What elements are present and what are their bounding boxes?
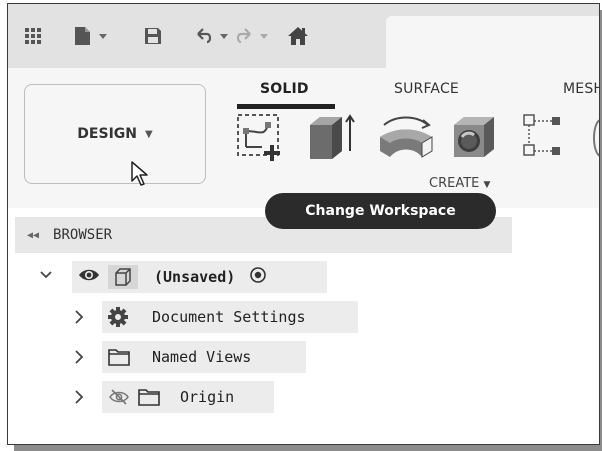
tab-mesh[interactable]: MESH	[563, 81, 599, 97]
expand-chevron-right-icon[interactable]	[74, 310, 84, 328]
expand-chevron-right-icon[interactable]	[74, 350, 84, 368]
expand-chevron-down-icon[interactable]	[40, 269, 52, 285]
tab-surface[interactable]: SURFACE	[394, 81, 459, 97]
apps-grid-icon[interactable]	[22, 24, 44, 48]
tree-item-named-views[interactable]: Named Views	[102, 341, 306, 373]
create-group-label: CREATE	[429, 176, 480, 191]
folder-icon	[138, 388, 160, 406]
revolve-icon[interactable]	[376, 111, 436, 169]
quick-access-toolbar	[8, 4, 599, 68]
tree-item-origin[interactable]: Origin	[102, 381, 274, 413]
tree-item-root-component[interactable]: (Unsaved)	[72, 261, 327, 293]
caret-down-icon: ▼	[144, 128, 153, 140]
extrude-icon[interactable]	[306, 111, 356, 169]
visibility-hidden-eye-icon[interactable]	[108, 388, 130, 406]
browser-title: BROWSER	[53, 227, 113, 243]
redo-icon[interactable]	[234, 24, 274, 48]
design-workspace-label: DESIGN	[77, 126, 137, 142]
active-tab-indicator	[237, 104, 335, 109]
document-tab[interactable]	[386, 16, 599, 68]
undo-icon[interactable]	[194, 24, 234, 48]
hole-icon[interactable]	[448, 111, 504, 169]
tree-item-label: Named Views	[152, 348, 252, 366]
create-group-dropdown[interactable]: CREATE ▼	[429, 176, 490, 191]
gear-icon	[108, 307, 128, 327]
tab-solid[interactable]: SOLID	[260, 81, 309, 97]
pattern-icon[interactable]	[520, 111, 566, 169]
caret-down-icon: ▼	[483, 180, 491, 190]
more-tools-icon[interactable]	[588, 118, 599, 162]
tree-item-label: Origin	[180, 388, 235, 406]
home-icon[interactable]	[286, 24, 310, 48]
workspace-tooltip: Change Workspace	[265, 193, 496, 229]
create-sketch-icon[interactable]	[234, 111, 288, 169]
expand-chevron-right-icon[interactable]	[74, 390, 84, 408]
activate-radio-icon[interactable]	[249, 266, 267, 288]
tree-item-label: (Unsaved)	[154, 268, 236, 286]
folder-icon	[108, 348, 130, 366]
component-icon	[108, 265, 138, 289]
file-icon[interactable]	[72, 24, 112, 48]
visibility-eye-icon[interactable]	[78, 267, 100, 287]
mouse-pointer-icon	[130, 160, 152, 192]
tree-item-label: Document Settings	[152, 308, 306, 326]
collapse-double-arrow-icon[interactable]: ◀◀	[27, 230, 39, 241]
save-icon[interactable]	[142, 24, 164, 48]
tree-item-document-settings[interactable]: Document Settings	[102, 301, 358, 333]
toolbar-ribbon: DESIGN ▼ SOLID SURFACE MESH	[8, 68, 599, 208]
app-window: DESIGN ▼ SOLID SURFACE MESH	[7, 3, 600, 445]
design-workspace-button[interactable]: DESIGN ▼	[24, 84, 206, 184]
